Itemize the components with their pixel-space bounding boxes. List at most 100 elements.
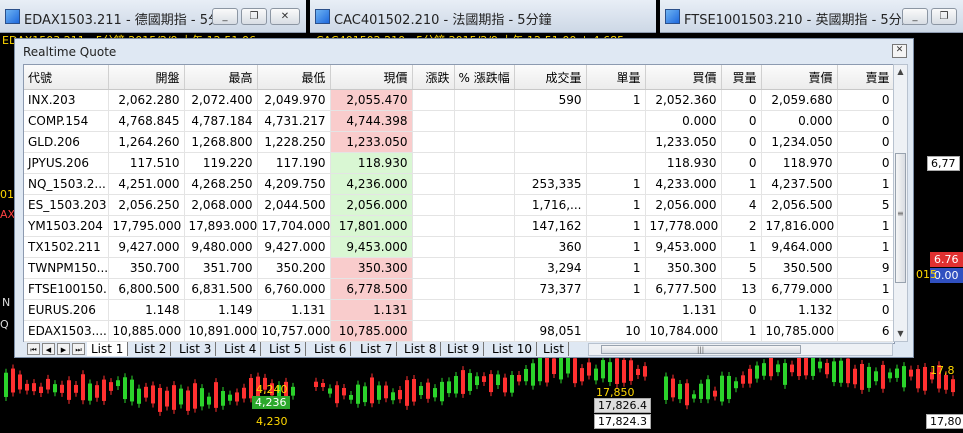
table-cell: 2,056.000 [645, 194, 722, 216]
table-cell: 1 [586, 173, 646, 195]
candle-body [720, 375, 724, 402]
table-cell: 10,757.000 [257, 320, 331, 342]
last-price-cell: 9,453.000 [330, 236, 413, 258]
table-cell: 1,716,... [514, 194, 587, 216]
table-row[interactable]: COMP.154 4,768.845 4,787.184 4,731.217 4,744… [24, 110, 894, 132]
prev-tab-icon[interactable]: ◀ [42, 343, 55, 355]
column-header[interactable]: 買價 [645, 65, 722, 90]
candle-body [909, 369, 913, 377]
column-header[interactable]: % 漲跌幅 [454, 65, 515, 90]
column-header[interactable]: 最低 [257, 65, 331, 90]
scroll-thumb[interactable]: ||| [601, 345, 801, 354]
table-cell [454, 131, 515, 153]
candle-body [867, 366, 871, 388]
tab-list-3[interactable]: List 3 [175, 342, 217, 356]
candle-body [475, 376, 479, 386]
tab-list-6[interactable]: List 6 [310, 342, 352, 356]
symbol-cell: TWNPM150... [24, 257, 109, 279]
last-tab-icon[interactable]: ⏭ [72, 343, 85, 355]
candle-body [622, 359, 626, 383]
table-row[interactable]: YM1503.204 17,795.000 17,893.000 17,704.000… [24, 215, 894, 237]
candle-body [349, 394, 353, 400]
table-cell: 4,237.500 [761, 173, 838, 195]
table-row[interactable]: NQ_1503.2... 4,251.000 4,268.250 4,209.750 4… [24, 173, 894, 195]
candle-body [214, 382, 218, 408]
column-header[interactable]: 賣價 [761, 65, 838, 90]
table-cell: 10,885.000 [108, 320, 185, 342]
symbol-cell: EDAX1503.... [24, 320, 109, 342]
tab-list-4[interactable]: List 4 [220, 342, 262, 356]
candle-body [629, 360, 633, 381]
horizontal-scrollbar[interactable]: ||| [588, 343, 893, 356]
candle-body [881, 364, 885, 389]
tab-list-1[interactable]: List 1 [87, 342, 129, 356]
symbol-cell: EURUS.206 [24, 299, 109, 321]
table-cell: 1 [721, 236, 762, 258]
tab-list-2[interactable]: List 2 [130, 342, 172, 356]
candle-body [510, 375, 514, 393]
tab-list-11[interactable]: List [539, 342, 569, 356]
price-tag: 6,77 [927, 156, 960, 171]
table-row[interactable]: FTSE100150... 6,800.500 6,831.500 6,760.000… [24, 278, 894, 300]
table-row[interactable]: ES_1503.203 2,056.250 2,068.000 2,044.500 2,… [24, 194, 894, 216]
column-header[interactable]: 現價 [330, 65, 413, 90]
tab-list-5[interactable]: List 5 [265, 342, 307, 356]
table-row[interactable]: GLD.206 1,264.260 1,268.800 1,228.250 1,233.… [24, 131, 894, 153]
table-cell: 1.131 [645, 299, 722, 321]
quote-table: 代號 開盤 最高 最低 現價 漲跌% 漲跌幅 成交量 單量 買價 買量 賣價 賣量 INX.203 2,… [24, 65, 894, 343]
quote-titlebar[interactable]: Realtime Quote ✕ [15, 39, 913, 63]
column-header[interactable]: 漲跌 [412, 65, 455, 90]
table-row[interactable]: JPYUS.206 117.510 119.220 117.190 118.930 118… [24, 152, 894, 174]
symbol-cell: FTSE100150... [24, 278, 109, 300]
candle-body [25, 383, 29, 391]
tab-list-7[interactable]: List 7 [356, 342, 398, 356]
table-row[interactable]: TWNPM150... 350.700 351.700 350.200 350.300 3… [24, 257, 894, 279]
table-cell [412, 173, 455, 195]
first-tab-icon[interactable]: ⏮ [27, 343, 40, 355]
symbol-cell: COMP.154 [24, 110, 109, 132]
tab-list-8[interactable]: List 8 [400, 342, 442, 356]
last-price-cell: 6,778.500 [330, 278, 413, 300]
quote-grid[interactable]: 代號 開盤 最高 最低 現價 漲跌% 漲跌幅 成交量 單量 買價 買量 賣價 賣量 INX.203 2,… [23, 64, 895, 344]
table-cell [454, 89, 515, 111]
column-header[interactable]: 開盤 [108, 65, 185, 90]
candle-body [221, 391, 225, 406]
realtime-quote-window[interactable]: Realtime Quote ✕ 代號 開盤 最高 最低 現價 漲跌% 漲跌幅 成交量 單量買… [14, 38, 914, 358]
vertical-scrollbar[interactable]: ▲ ≡ ▼ [893, 64, 908, 342]
candle-body [496, 374, 500, 386]
table-cell: 118.930 [645, 152, 722, 174]
table-row[interactable]: EURUS.206 1.148 1.149 1.131 1.131 1.131 0 1.132… [24, 299, 894, 321]
table-cell: 1 [586, 194, 646, 216]
table-row[interactable]: EDAX1503.... 10,885.000 10,891.000 10,757.0… [24, 320, 894, 342]
table-cell: 350.300 [645, 257, 722, 279]
column-header[interactable]: 成交量 [514, 65, 587, 90]
candle-body [172, 385, 176, 410]
scroll-up-icon[interactable]: ▲ [894, 65, 907, 79]
column-header[interactable]: 最高 [184, 65, 258, 90]
table-cell [412, 236, 455, 258]
table-row[interactable]: INX.203 2,062.280 2,072.400 2,049.970 2,055.… [24, 89, 894, 111]
table-cell: 1.148 [108, 299, 185, 321]
column-header[interactable]: 代號 [24, 65, 109, 90]
price-axis-label: 17,8 [930, 364, 955, 377]
scroll-thumb[interactable]: ≡ [895, 153, 906, 283]
table-cell: 2,056.250 [108, 194, 185, 216]
column-header[interactable]: 單量 [586, 65, 646, 90]
tab-list-9[interactable]: List 9 [443, 342, 485, 356]
next-tab-icon[interactable]: ▶ [57, 343, 70, 355]
candle-body [594, 368, 598, 381]
tab-list-10[interactable]: List 10 [488, 342, 538, 356]
table-header-row: 代號 開盤 最高 最低 現價 漲跌% 漲跌幅 成交量 單量 買價 買量 賣價 賣量 [24, 65, 894, 90]
candle-body [531, 363, 535, 386]
symbol-cell: NQ_1503.2... [24, 173, 109, 195]
table-cell: 351.700 [184, 257, 258, 279]
column-header[interactable]: 買量 [721, 65, 762, 90]
close-button[interactable]: ✕ [892, 44, 907, 58]
table-cell [514, 131, 587, 153]
candle-body [207, 396, 211, 405]
table-row[interactable]: TX1502.211 9,427.000 9,480.000 9,427.000 9,4… [24, 236, 894, 258]
scroll-down-icon[interactable]: ▼ [894, 327, 907, 341]
candle-body [179, 388, 183, 405]
column-header[interactable]: 賣量 [837, 65, 894, 90]
table-cell: 253,335 [514, 173, 587, 195]
